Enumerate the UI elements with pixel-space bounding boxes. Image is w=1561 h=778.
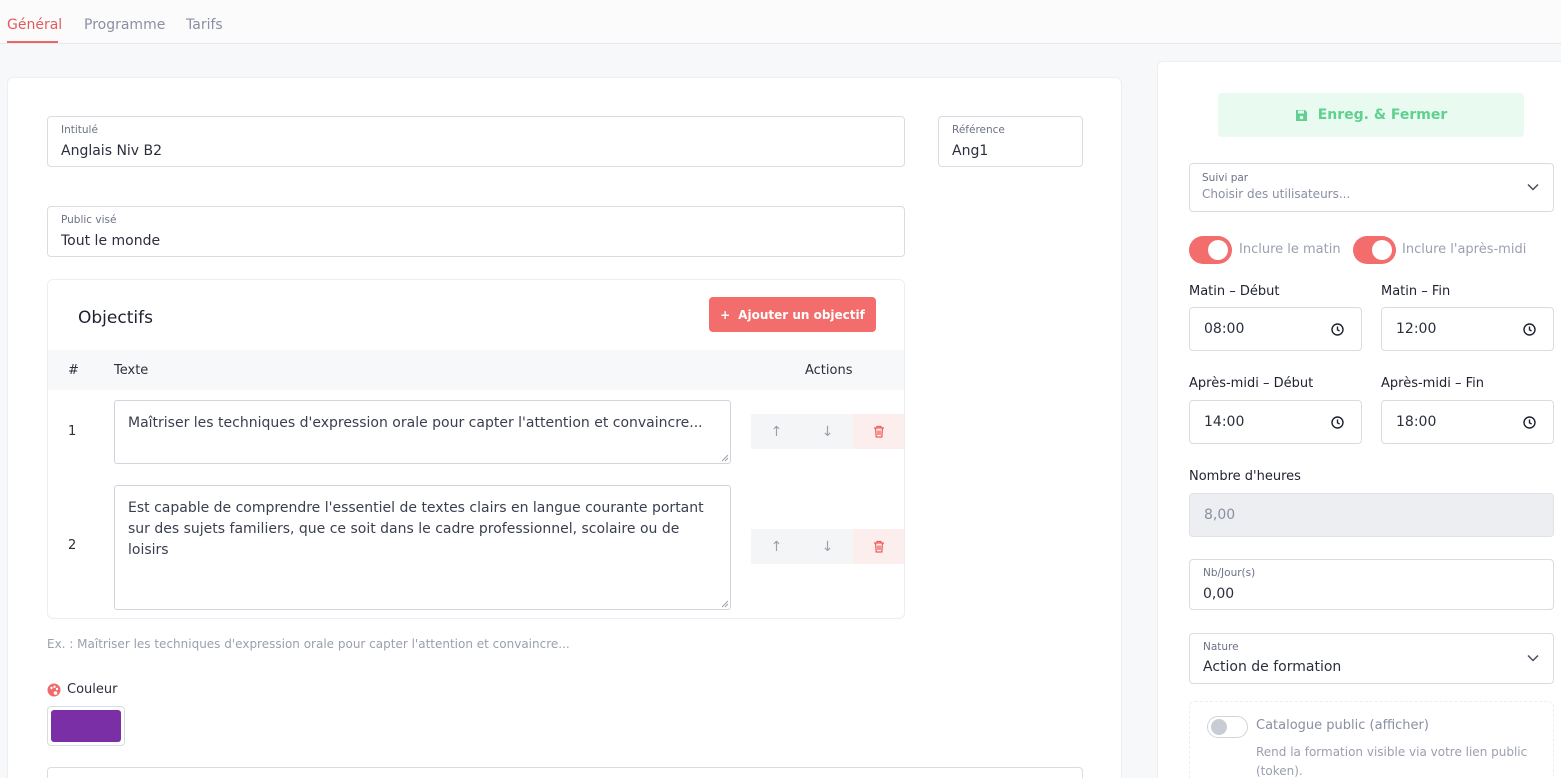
suivi-par-label: Suivi par	[1202, 172, 1249, 184]
public-label: Public visé	[61, 214, 117, 226]
color-label-row: Couleur	[47, 682, 117, 697]
matin-debut-label: Matin – Début	[1189, 284, 1280, 299]
tab-general[interactable]: Général	[7, 17, 62, 33]
heures-field: 8,00	[1189, 493, 1554, 537]
matin-fin-label: Matin – Fin	[1381, 284, 1451, 299]
row-actions: ↑ ↓	[751, 529, 904, 564]
save-close-button[interactable]: Enreg. & Fermer	[1218, 93, 1524, 137]
nbjours-field[interactable]: Nb/Jour(s) 0,00	[1189, 559, 1554, 610]
toggle-knob	[1372, 240, 1392, 260]
objective-textarea[interactable]: Est capable de comprendre l'essentiel de…	[114, 485, 731, 610]
palette-icon	[47, 683, 61, 696]
aprem-debut-input[interactable]: 14:00	[1189, 400, 1362, 444]
clock-icon[interactable]	[1523, 416, 1536, 429]
intitule-field[interactable]: Intitulé Anglais Niv B2	[47, 116, 905, 167]
chevron-down-icon	[1527, 654, 1539, 662]
aprem-debut-label: Après-midi – Début	[1189, 376, 1314, 391]
arrow-down-icon: ↓	[821, 538, 834, 555]
col-num: #	[68, 363, 79, 378]
intitule-value[interactable]: Anglais Niv B2	[61, 143, 162, 159]
matin-fin-input[interactable]: 12:00	[1381, 307, 1554, 351]
resize-handle-icon[interactable]	[721, 600, 729, 608]
toggle-catalogue[interactable]	[1207, 716, 1248, 738]
row-number: 1	[68, 424, 77, 439]
color-swatch	[51, 710, 121, 742]
active-tab-indicator	[7, 41, 58, 43]
move-up-button[interactable]: ↑	[751, 529, 802, 564]
objectives-hint: Ex. : Maîtriser les techniques d'express…	[47, 637, 570, 651]
add-objective-button[interactable]: + Ajouter un objectif	[709, 297, 876, 332]
add-objective-label: Ajouter un objectif	[738, 307, 865, 322]
trash-icon	[873, 425, 884, 438]
nature-select[interactable]: Nature Action de formation	[1189, 633, 1554, 684]
matin-debut-input[interactable]: 08:00	[1189, 307, 1362, 351]
toggle-aprem-label: Inclure l'après-midi	[1402, 242, 1527, 257]
objective-text: Maîtriser les techniques d'expression or…	[128, 415, 703, 431]
trash-icon	[873, 540, 884, 553]
arrow-up-icon: ↑	[770, 423, 783, 440]
nbjours-value[interactable]: 0,00	[1203, 586, 1234, 602]
toggle-matin[interactable]	[1189, 236, 1232, 264]
reference-value[interactable]: Ang1	[952, 143, 988, 159]
objectives-title: Objectifs	[78, 308, 153, 328]
plus-icon: +	[720, 307, 731, 322]
nature-label: Nature	[1203, 641, 1239, 653]
move-down-button[interactable]: ↓	[802, 529, 853, 564]
nbjours-label: Nb/Jour(s)	[1203, 567, 1256, 579]
heures-label: Nombre d'heures	[1189, 469, 1301, 484]
col-actions: Actions	[805, 363, 853, 378]
toggle-matin-label: Inclure le matin	[1239, 242, 1341, 257]
toggle-aprem[interactable]	[1353, 236, 1396, 264]
aprem-fin-label: Après-midi – Fin	[1381, 376, 1484, 391]
suivi-par-select[interactable]: Suivi par Choisir des utilisateurs...	[1189, 163, 1554, 212]
toggle-knob	[1211, 719, 1227, 735]
objectives-table-header: # Texte Actions	[48, 350, 904, 390]
aprem-fin-value: 18:00	[1396, 414, 1437, 430]
chevron-down-icon	[1527, 183, 1539, 191]
suivi-par-placeholder: Choisir des utilisateurs...	[1202, 187, 1351, 201]
catalogue-title: Catalogue public (afficher)	[1256, 718, 1429, 733]
arrow-down-icon: ↓	[821, 423, 834, 440]
clock-icon[interactable]	[1331, 416, 1344, 429]
save-icon	[1295, 109, 1307, 121]
reference-field[interactable]: Référence Ang1	[938, 116, 1083, 167]
toggle-knob	[1208, 240, 1228, 260]
matin-debut-value: 08:00	[1204, 321, 1245, 337]
objective-textarea[interactable]: Maîtriser les techniques d'expression or…	[114, 400, 731, 464]
row-number: 2	[68, 538, 77, 553]
clock-icon[interactable]	[1331, 323, 1344, 336]
color-picker[interactable]	[47, 706, 125, 746]
intitule-label: Intitulé	[61, 124, 98, 136]
aprem-fin-input[interactable]: 18:00	[1381, 400, 1554, 444]
move-up-button[interactable]: ↑	[751, 414, 802, 449]
resize-handle-icon[interactable]	[721, 454, 729, 462]
tab-bar: Général Programme Tarifs	[0, 0, 1561, 44]
catalogue-description: Rend la formation visible via votre lien…	[1256, 745, 1528, 778]
save-close-label: Enreg. & Fermer	[1317, 107, 1448, 123]
reference-label: Référence	[952, 124, 1005, 136]
color-label: Couleur	[67, 682, 118, 697]
col-text: Texte	[114, 363, 149, 378]
delete-button[interactable]	[853, 529, 904, 564]
tab-tarifs[interactable]: Tarifs	[186, 17, 223, 33]
objectives-panel: Objectifs + Ajouter un objectif # Texte …	[47, 279, 905, 619]
delete-button[interactable]	[853, 414, 904, 449]
public-value[interactable]: Tout le monde	[61, 233, 160, 249]
next-field[interactable]	[47, 767, 1083, 778]
tab-programme[interactable]: Programme	[84, 17, 165, 33]
move-down-button[interactable]: ↓	[802, 414, 853, 449]
public-field[interactable]: Public visé Tout le monde	[47, 206, 905, 257]
aprem-debut-value: 14:00	[1204, 414, 1245, 430]
matin-fin-value: 12:00	[1396, 321, 1437, 337]
heures-value: 8,00	[1204, 507, 1236, 523]
row-actions: ↑ ↓	[751, 414, 904, 449]
nature-value: Action de formation	[1203, 659, 1342, 675]
clock-icon[interactable]	[1523, 323, 1536, 336]
arrow-up-icon: ↑	[770, 538, 783, 555]
objective-text: Est capable de comprendre l'essentiel de…	[128, 500, 704, 558]
